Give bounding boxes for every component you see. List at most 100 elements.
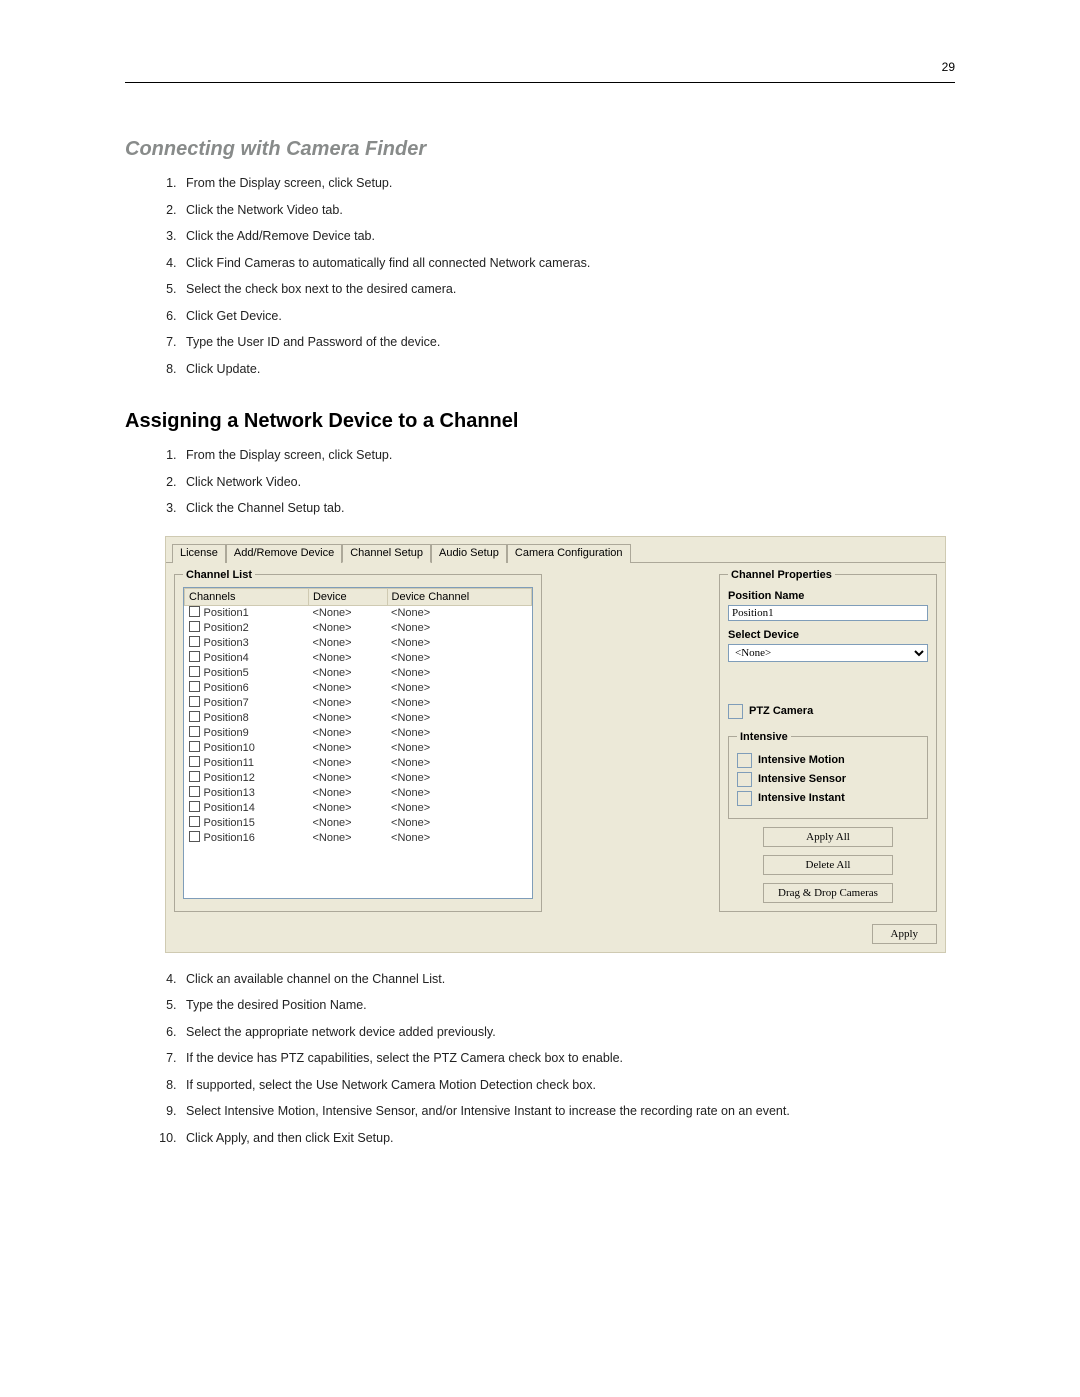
step-item: Type the User ID and Password of the dev…	[180, 334, 955, 352]
intensive-motion-checkbox[interactable]	[737, 753, 752, 768]
step-item: Click Find Cameras to automatically find…	[180, 255, 955, 273]
step-item: Type the desired Position Name.	[180, 997, 955, 1015]
tab-channel-setup[interactable]: Channel Setup	[342, 544, 431, 563]
cell: <None>	[308, 816, 387, 831]
step-item: From the Display screen, click Setup.	[180, 447, 955, 465]
table-row[interactable]: Position14<None><None>	[185, 801, 532, 816]
step-item: Click Network Video.	[180, 474, 955, 492]
intensive-legend: Intensive	[737, 731, 791, 743]
step-item: Select Intensive Motion, Intensive Senso…	[180, 1103, 955, 1121]
cell: <None>	[308, 711, 387, 726]
tab-bar: LicenseAdd/Remove DeviceChannel SetupAud…	[166, 537, 945, 563]
row-checkbox[interactable]	[189, 621, 200, 632]
cell: <None>	[308, 771, 387, 786]
cell: <None>	[308, 741, 387, 756]
cell: Position6	[185, 681, 309, 696]
row-checkbox[interactable]	[189, 651, 200, 662]
ptz-checkbox[interactable]	[728, 704, 743, 719]
tab-license[interactable]: License	[172, 544, 226, 563]
apply-all-button[interactable]: Apply All	[763, 827, 893, 847]
step-item: Click Apply, and then click Exit Setup.	[180, 1130, 955, 1148]
cell: Position15	[185, 816, 309, 831]
step-item: From the Display screen, click Setup.	[180, 175, 955, 193]
cell: <None>	[308, 636, 387, 651]
channel-table[interactable]: ChannelsDeviceDevice Channel Position1<N…	[184, 588, 532, 846]
table-row[interactable]: Position10<None><None>	[185, 741, 532, 756]
cell: Position5	[185, 666, 309, 681]
cell: <None>	[387, 756, 531, 771]
select-device-dropdown[interactable]: <None>	[728, 644, 928, 662]
table-row[interactable]: Position13<None><None>	[185, 786, 532, 801]
cell: <None>	[308, 605, 387, 621]
table-row[interactable]: Position8<None><None>	[185, 711, 532, 726]
cell: <None>	[387, 741, 531, 756]
row-checkbox[interactable]	[189, 726, 200, 737]
cell: Position3	[185, 636, 309, 651]
table-row[interactable]: Position9<None><None>	[185, 726, 532, 741]
cell: <None>	[308, 801, 387, 816]
step-item: Click the Channel Setup tab.	[180, 500, 955, 518]
step-item: Select the appropriate network device ad…	[180, 1024, 955, 1042]
intensive-motion-label: Intensive Motion	[758, 754, 845, 766]
row-checkbox[interactable]	[189, 636, 200, 647]
ptz-label: PTZ Camera	[749, 705, 813, 717]
step-item: If the device has PTZ capabilities, sele…	[180, 1050, 955, 1068]
table-row[interactable]: Position6<None><None>	[185, 681, 532, 696]
table-row[interactable]: Position5<None><None>	[185, 666, 532, 681]
tab-add-remove-device[interactable]: Add/Remove Device	[226, 544, 342, 563]
tab-camera-configuration[interactable]: Camera Configuration	[507, 544, 631, 563]
row-checkbox[interactable]	[189, 816, 200, 827]
channel-properties-legend: Channel Properties	[728, 569, 835, 581]
table-row[interactable]: Position12<None><None>	[185, 771, 532, 786]
table-row[interactable]: Position1<None><None>	[185, 605, 532, 621]
step-item: Click the Network Video tab.	[180, 202, 955, 220]
cell: <None>	[387, 711, 531, 726]
table-row[interactable]: Position11<None><None>	[185, 756, 532, 771]
row-checkbox[interactable]	[189, 756, 200, 767]
cell: <None>	[387, 696, 531, 711]
intensive-instant-label: Intensive Instant	[758, 792, 845, 804]
table-row[interactable]: Position4<None><None>	[185, 651, 532, 666]
cell: Position9	[185, 726, 309, 741]
table-row[interactable]: Position7<None><None>	[185, 696, 532, 711]
intensive-box: Intensive Intensive Motion Intensive Sen…	[728, 731, 928, 819]
cell: Position7	[185, 696, 309, 711]
cell: Position12	[185, 771, 309, 786]
cell: Position2	[185, 621, 309, 636]
cell: <None>	[387, 801, 531, 816]
position-name-input[interactable]	[728, 605, 928, 621]
apply-button[interactable]: Apply	[872, 924, 938, 944]
channel-table-shell: ChannelsDeviceDevice Channel Position1<N…	[183, 587, 533, 899]
table-row[interactable]: Position3<None><None>	[185, 636, 532, 651]
row-checkbox[interactable]	[189, 711, 200, 722]
intensive-instant-checkbox[interactable]	[737, 791, 752, 806]
row-checkbox[interactable]	[189, 771, 200, 782]
intensive-sensor-checkbox[interactable]	[737, 772, 752, 787]
row-checkbox[interactable]	[189, 831, 200, 842]
row-checkbox[interactable]	[189, 741, 200, 752]
tab-audio-setup[interactable]: Audio Setup	[431, 544, 507, 563]
delete-all-button[interactable]: Delete All	[763, 855, 893, 875]
cell: <None>	[308, 726, 387, 741]
step-item: Click Update.	[180, 361, 955, 379]
step-item: Click the Add/Remove Device tab.	[180, 228, 955, 246]
row-checkbox[interactable]	[189, 606, 200, 617]
row-checkbox[interactable]	[189, 801, 200, 812]
row-checkbox[interactable]	[189, 681, 200, 692]
cell: <None>	[387, 771, 531, 786]
steps-camera-finder: From the Display screen, click Setup. Cli…	[125, 175, 955, 378]
cell: <None>	[387, 831, 531, 846]
channel-setup-window: LicenseAdd/Remove DeviceChannel SetupAud…	[165, 536, 946, 953]
intensive-sensor-label: Intensive Sensor	[758, 773, 846, 785]
row-checkbox[interactable]	[189, 696, 200, 707]
channel-list-legend: Channel List	[183, 569, 255, 581]
select-device-label: Select Device	[728, 629, 928, 641]
row-checkbox[interactable]	[189, 666, 200, 677]
cell: <None>	[387, 786, 531, 801]
table-row[interactable]: Position15<None><None>	[185, 816, 532, 831]
table-row[interactable]: Position2<None><None>	[185, 621, 532, 636]
table-row[interactable]: Position16<None><None>	[185, 831, 532, 846]
header-rule	[125, 82, 955, 83]
row-checkbox[interactable]	[189, 786, 200, 797]
drag-drop-button[interactable]: Drag & Drop Cameras	[763, 883, 893, 903]
